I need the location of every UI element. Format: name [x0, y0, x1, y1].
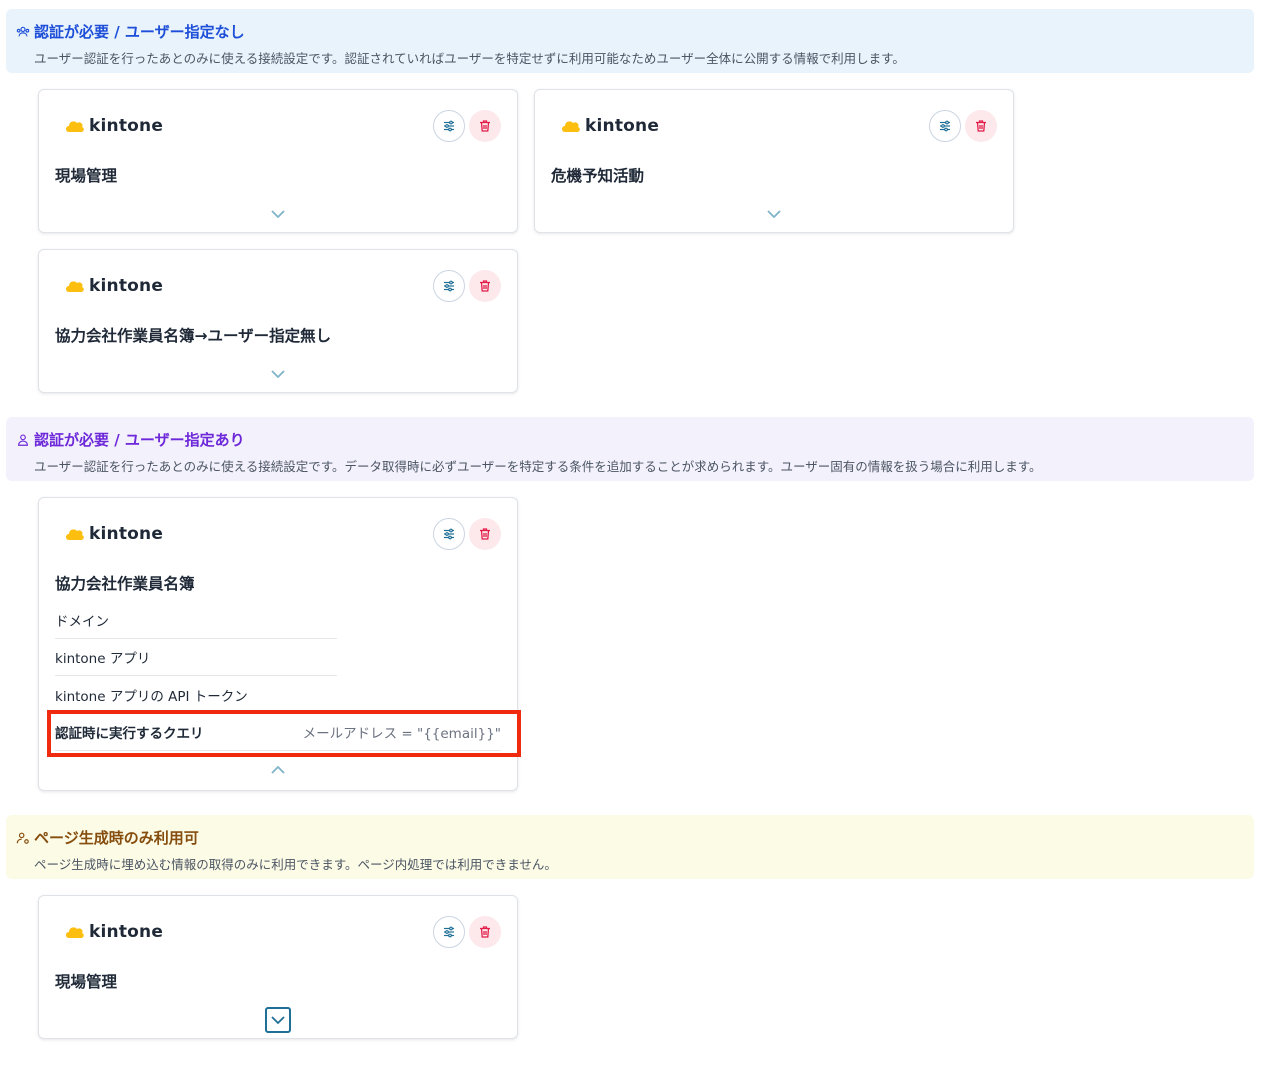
kintone-logo: kintone	[65, 276, 163, 296]
sliders-icon	[444, 926, 454, 938]
connection-name: 現場管理	[55, 167, 118, 185]
kintone-logo: kintone	[65, 116, 163, 136]
section-title-text: ページ生成時のみ利用可	[34, 829, 199, 847]
connection-name: 協力会社作業員名簿→ユーザー指定無し	[55, 327, 332, 345]
section-header-auth-user: 認証が必要 / ユーザー指定あり ユーザー認証を行ったあとのみに使える接続設定で…	[6, 417, 1254, 481]
connection-card-genba: kintone 現場管理	[38, 89, 518, 233]
kintone-cloud-icon	[66, 281, 84, 292]
expand-toggle[interactable]	[265, 1007, 291, 1033]
settings-button[interactable]	[433, 518, 465, 550]
connection-card-kyoryoku-no-user: kintone 協力会社作業員名簿→ユーザー指定無し	[38, 249, 518, 393]
connection-name: 現場管理	[55, 973, 118, 991]
expand-toggle[interactable]	[761, 201, 787, 227]
collapse-toggle[interactable]	[265, 757, 291, 783]
kintone-logo: kintone	[65, 922, 163, 942]
sliders-icon	[444, 120, 454, 132]
settings-button[interactable]	[433, 270, 465, 302]
chevron-up-icon	[271, 765, 285, 774]
trash-icon	[480, 926, 490, 938]
section-description: ユーザー認証を行ったあとのみに使える接続設定です。認証されていればユーザーを特定…	[34, 51, 905, 66]
section-title-text: 認証が必要 / ユーザー指定なし	[34, 23, 245, 41]
kintone-brand: kintone	[89, 922, 164, 942]
users-icon	[16, 26, 30, 36]
section-title: 認証が必要 / ユーザー指定なし	[16, 21, 245, 42]
delete-button[interactable]	[469, 518, 501, 550]
kintone-cloud-icon	[66, 529, 84, 540]
delete-button[interactable]	[965, 110, 997, 142]
kintone-brand: kintone	[585, 116, 660, 136]
delete-button[interactable]	[469, 270, 501, 302]
sliders-icon	[444, 528, 454, 540]
field-row-api-token: kintone アプリの API トークン	[55, 676, 337, 713]
section-title: 認証が必要 / ユーザー指定あり	[16, 429, 245, 450]
chevron-down-icon	[271, 370, 285, 379]
kintone-brand: kintone	[89, 276, 164, 296]
trash-icon	[976, 120, 986, 132]
delete-button[interactable]	[469, 916, 501, 948]
chevron-down-icon	[271, 1016, 285, 1025]
kintone-cloud-icon	[562, 121, 580, 132]
user-settings-icon	[16, 832, 29, 844]
delete-button[interactable]	[469, 110, 501, 142]
settings-button[interactable]	[929, 110, 961, 142]
settings-button[interactable]	[433, 110, 465, 142]
expand-toggle[interactable]	[265, 201, 291, 227]
connection-card-kiki: kintone 危機予知活動	[534, 89, 1014, 233]
trash-icon	[480, 280, 490, 292]
section-header-page-gen-only: ページ生成時のみ利用可 ページ生成時に埋め込む情報の取得のみに利用できます。ペー…	[6, 815, 1254, 879]
field-row-app: kintone アプリ	[55, 639, 337, 676]
expand-toggle[interactable]	[265, 361, 291, 387]
kintone-logo: kintone	[561, 116, 659, 136]
sliders-icon	[444, 280, 454, 292]
trash-icon	[480, 528, 490, 540]
user-icon	[18, 434, 28, 446]
connection-name: 協力会社作業員名簿	[55, 575, 195, 593]
field-row-domain: ドメイン	[55, 602, 337, 639]
field-label: kintone アプリ	[55, 651, 151, 667]
field-label: ドメイン	[55, 614, 109, 630]
connection-card-genba-page: kintone 現場管理	[38, 895, 518, 1039]
connection-name: 危機予知活動	[551, 167, 645, 185]
section-description: ユーザー認証を行ったあとのみに使える接続設定です。データ取得時に必ずユーザーを特…	[34, 459, 1042, 474]
kintone-brand: kintone	[89, 116, 164, 136]
kintone-cloud-icon	[66, 121, 84, 132]
section-title: ページ生成時のみ利用可	[16, 827, 199, 848]
field-label: kintone アプリの API トークン	[55, 688, 248, 705]
section-header-auth-no-user: 認証が必要 / ユーザー指定なし ユーザー認証を行ったあとのみに使える接続設定で…	[6, 9, 1254, 73]
kintone-cloud-icon	[66, 927, 84, 938]
sliders-icon	[940, 120, 950, 132]
kintone-logo: kintone	[65, 524, 163, 544]
connection-card-kyoryoku-user: kintone 協力会社作業員名簿 ドメイン kintone アプリ kinto…	[38, 497, 521, 791]
chevron-down-icon	[271, 210, 285, 219]
section-description: ページ生成時に埋め込む情報の取得のみに利用できます。ページ内処理では利用できませ…	[34, 857, 557, 872]
chevron-down-icon	[767, 210, 781, 219]
kintone-brand: kintone	[89, 524, 164, 544]
settings-button[interactable]	[433, 916, 465, 948]
section-title-text: 認証が必要 / ユーザー指定あり	[34, 431, 245, 449]
highlight-box	[47, 710, 521, 757]
trash-icon	[480, 120, 490, 132]
